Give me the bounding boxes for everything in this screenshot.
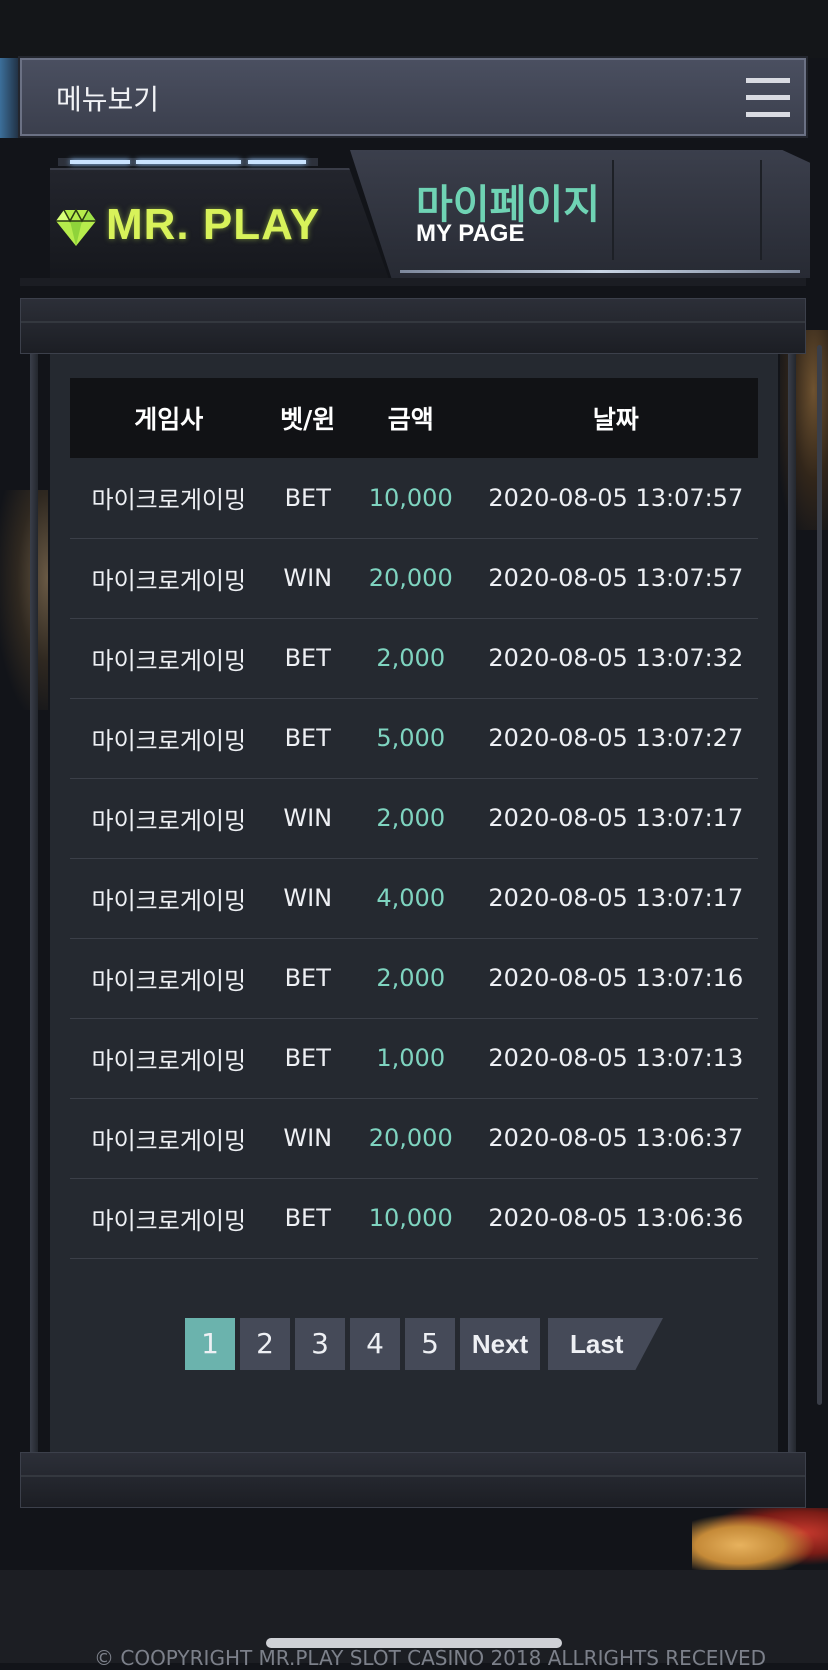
table-row: 마이크로게이밍 WIN 20,000 2020-08-05 13:06:37 (70, 1098, 758, 1178)
header-date: 날짜 (592, 405, 639, 434)
cell-amount: 5,000 (376, 724, 446, 752)
header-amount: 금액 (387, 405, 434, 434)
cell-provider: 마이크로게이밍 (91, 646, 247, 675)
table-row: 마이크로게이밍 BET 10,000 2020-08-05 13:06:36 (70, 1178, 758, 1258)
logo-light-bar (58, 158, 318, 166)
table-row: 마이크로게이밍 BET 2,000 2020-08-05 13:07:16 (70, 938, 758, 1018)
last-page-button[interactable]: Last (548, 1318, 663, 1370)
home-indicator[interactable] (266, 1638, 562, 1648)
cell-provider: 마이크로게이밍 (91, 566, 247, 595)
cell-date: 2020-08-05 13:07:17 (488, 884, 744, 912)
table-row: 마이크로게이밍 BET 2,000 2020-08-05 13:07:32 (70, 618, 758, 698)
diamond-icon (56, 208, 96, 246)
cell-amount: 20,000 (368, 564, 453, 592)
next-page-button[interactable]: Next (460, 1318, 540, 1370)
cell-bet-win: BET (284, 644, 331, 672)
cell-bet-win: BET (284, 1204, 331, 1232)
cell-date: 2020-08-05 13:07:57 (488, 483, 744, 512)
cell-amount: 4,000 (376, 884, 446, 912)
cell-bet-win: BET (284, 724, 331, 752)
table-row: 마이크로게이밍 WIN 4,000 2020-08-05 13:07:17 (70, 858, 758, 938)
banner-base (20, 278, 806, 286)
cell-provider: 마이크로게이밍 (91, 726, 247, 755)
character-art-left (0, 490, 48, 710)
cell-bet-win: WIN (283, 1124, 333, 1152)
cell-amount: 1,000 (376, 1044, 446, 1072)
page-5-button[interactable]: 5 (405, 1318, 455, 1370)
table-row: 마이크로게이밍 WIN 2,000 2020-08-05 13:07:17 (70, 778, 758, 858)
menu-bar[interactable]: 메뉴보기 (20, 58, 806, 136)
cell-provider: 마이크로게이밍 (91, 1206, 247, 1235)
cell-date: 2020-08-05 13:07:17 (488, 804, 744, 832)
scrollbar[interactable] (817, 345, 822, 1405)
table-row: 마이크로게이밍 WIN 20,000 2020-08-05 13:07:57 (70, 538, 758, 618)
cell-amount: 2,000 (376, 644, 446, 672)
page-3-button[interactable]: 3 (295, 1318, 345, 1370)
page-2-button[interactable]: 2 (240, 1318, 290, 1370)
cell-date: 2020-08-05 13:07:27 (488, 724, 744, 752)
copyright-text: © COOPYRIGHT MR.PLAY SLOT CASINO 2018 AL… (94, 1646, 767, 1670)
cell-provider: 마이크로게이밍 (91, 806, 247, 835)
cell-date: 2020-08-05 13:07:32 (488, 644, 744, 672)
top-strip (0, 0, 828, 58)
cell-amount: 10,000 (368, 483, 453, 512)
brand-logo[interactable]: MR. PLAY (106, 200, 320, 250)
page-subtitle: MY PAGE (416, 220, 525, 247)
frame-pole-right (788, 354, 796, 1454)
decorative-glow (0, 58, 22, 138)
cell-bet-win: WIN (283, 884, 333, 912)
cell-provider: 마이크로게이밍 (91, 966, 247, 995)
cell-provider: 마이크로게이밍 (91, 886, 247, 915)
table-row: 마이크로게이밍 BET 10,000 2020-08-05 13:07:57 (70, 458, 758, 538)
cell-provider: 마이크로게이밍 (91, 486, 247, 515)
cell-amount: 10,000 (368, 1204, 453, 1232)
cell-bet-win: BET (284, 483, 331, 512)
frame-pole-left (30, 354, 38, 1454)
cell-amount: 2,000 (376, 804, 446, 832)
cell-bet-win: WIN (283, 564, 333, 592)
cell-provider: 마이크로게이밍 (91, 1126, 247, 1155)
mascot-art (692, 1508, 828, 1570)
cell-date: 2020-08-05 13:07:13 (488, 1044, 744, 1072)
cell-amount: 20,000 (368, 1124, 453, 1152)
page-4-button[interactable]: 4 (350, 1318, 400, 1370)
bet-history-panel: 게임사 벳/윈 금액 날짜 마이크로게이밍 BET 10,000 2020-08-05… (50, 354, 778, 1452)
table-row: 마이크로게이밍 BET 5,000 2020-08-05 13:07:27 (70, 698, 758, 778)
cell-provider: 마이크로게이밍 (91, 1046, 247, 1075)
cell-bet-win: BET (284, 1044, 331, 1072)
hamburger-menu-icon[interactable] (746, 78, 790, 118)
title-underline (400, 270, 800, 273)
cell-date: 2020-08-05 13:06:37 (488, 1124, 744, 1152)
cell-bet-win: WIN (283, 804, 333, 832)
footer: © COOPYRIGHT MR.PLAY SLOT CASINO 2018 AL… (0, 1570, 828, 1670)
page-header-banner: MR. PLAY 마이페이지 MY PAGE (20, 150, 810, 286)
cell-date: 2020-08-05 13:07:57 (488, 564, 744, 592)
table-header-row: 게임사 벳/윈 금액 날짜 (70, 378, 758, 458)
page-1-button[interactable]: 1 (185, 1318, 235, 1370)
bet-history-table: 게임사 벳/윈 금액 날짜 마이크로게이밍 BET 10,000 2020-08-05… (70, 378, 758, 1259)
cell-bet-win: BET (284, 964, 331, 992)
header-provider: 게임사 (134, 405, 204, 434)
cell-date: 2020-08-05 13:07:16 (488, 964, 744, 992)
header-bet-win: 벳/윈 (280, 405, 336, 434)
cell-amount: 2,000 (376, 964, 446, 992)
scroll-frame-top (20, 298, 806, 354)
cell-date: 2020-08-05 13:06:36 (488, 1204, 744, 1232)
menu-label: 메뉴보기 (56, 83, 160, 116)
table-row: 마이크로게이밍 BET 1,000 2020-08-05 13:07:13 (70, 1018, 758, 1098)
scroll-frame-bottom (20, 1452, 806, 1508)
